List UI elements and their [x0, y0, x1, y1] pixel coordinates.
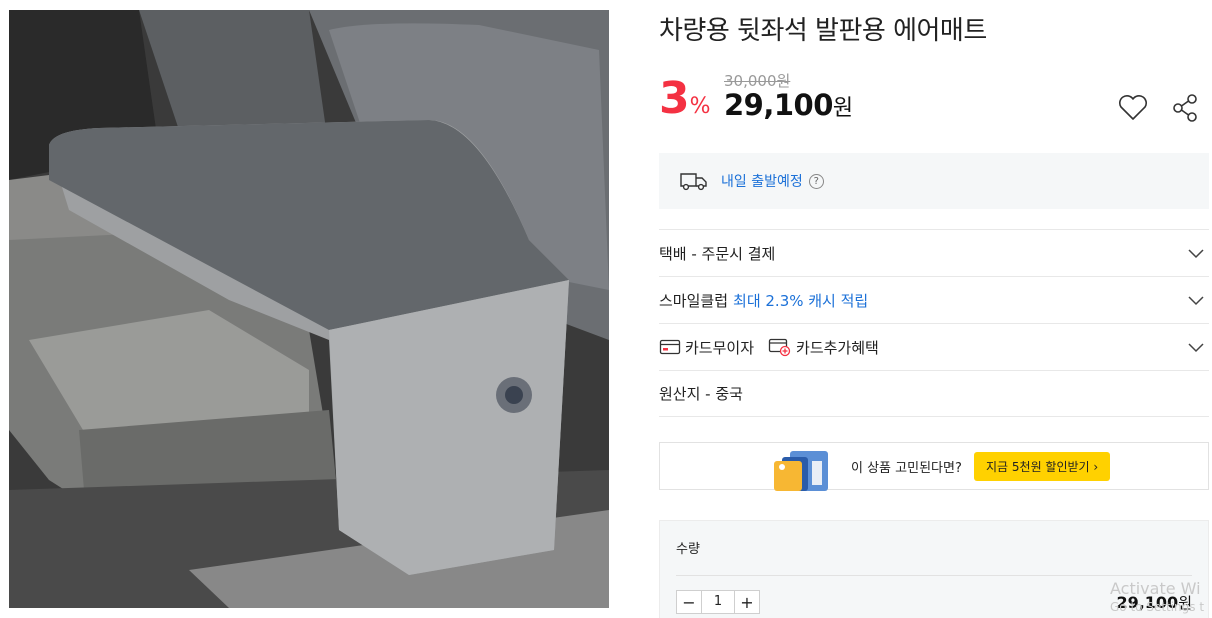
increase-button[interactable]: + — [735, 591, 759, 613]
discount-percent-sign: % — [689, 94, 711, 119]
wishlist-button[interactable] — [1115, 90, 1151, 126]
product-title: 차량용 뒷좌석 발판용 에어매트 — [659, 16, 987, 46]
quantity-stepper[interactable]: − 1 + — [676, 590, 760, 614]
shipping-text: 택배 - 주문시 결제 — [659, 244, 776, 263]
card-benefits-row[interactable]: 카드무이자 카드추가혜택 — [659, 323, 1209, 370]
shipping-row[interactable]: 택배 - 주문시 결제 — [659, 229, 1209, 276]
delivery-info: 내일 출발예정 ? — [659, 153, 1209, 209]
question-icon[interactable]: ? — [808, 173, 824, 189]
promo-question: 이 상품 고민된다면? — [851, 461, 962, 476]
chevron-down-icon — [1188, 249, 1204, 259]
smile-club-label: 스마일클럽 — [659, 291, 729, 310]
discount-promo-banner[interactable]: 이 상품 고민된다면? 지금 5천원 할인받기 › — [659, 442, 1209, 491]
decrease-button[interactable]: − — [677, 591, 701, 613]
truck-icon — [680, 173, 707, 191]
card-installment-label: 카드무이자 — [685, 338, 755, 357]
origin-row: 원산지 - 중국 — [659, 370, 1209, 417]
quantity-value[interactable]: 1 — [701, 591, 735, 613]
card-installment[interactable]: 카드무이자 — [659, 337, 754, 358]
delivery-text[interactable]: 내일 출발예정 — [721, 171, 803, 191]
chevron-down-icon — [1188, 343, 1204, 353]
card-icon — [659, 339, 681, 355]
card-extra-benefit-label: 카드추가혜택 — [796, 338, 879, 357]
card-plus-icon — [768, 338, 791, 357]
share-icon — [1173, 94, 1197, 122]
discount-rate: 3% — [659, 74, 711, 124]
sale-price-unit: 원 — [832, 96, 854, 121]
share-button[interactable] — [1167, 90, 1203, 126]
sale-price: 29,100원 — [724, 88, 853, 122]
activation-watermark: Activate Wi Go to Settings t — [1110, 580, 1204, 616]
origin-text: 원산지 - 중국 — [659, 385, 743, 403]
product-image — [9, 10, 609, 608]
chevron-down-icon — [1188, 296, 1204, 306]
card-extra-benefit[interactable]: 카드추가혜택 — [768, 337, 879, 358]
watermark-line1: Activate Wi — [1110, 579, 1201, 598]
smile-club-benefit: 최대 2.3% 캐시 적립 — [733, 291, 869, 310]
quantity-label: 수량 — [676, 542, 700, 557]
discount-number: 3 — [659, 73, 690, 124]
cards-illustration-icon — [774, 451, 828, 491]
smile-club-row[interactable]: 스마일클럽 최대 2.3% 캐시 적립 — [659, 276, 1209, 323]
divider — [676, 575, 1192, 576]
heart-icon — [1118, 95, 1148, 120]
watermark-line2: Go to Settings t — [1110, 600, 1205, 614]
sale-price-value: 29,100 — [724, 88, 833, 122]
get-discount-button[interactable]: 지금 5천원 할인받기 › — [974, 452, 1111, 481]
